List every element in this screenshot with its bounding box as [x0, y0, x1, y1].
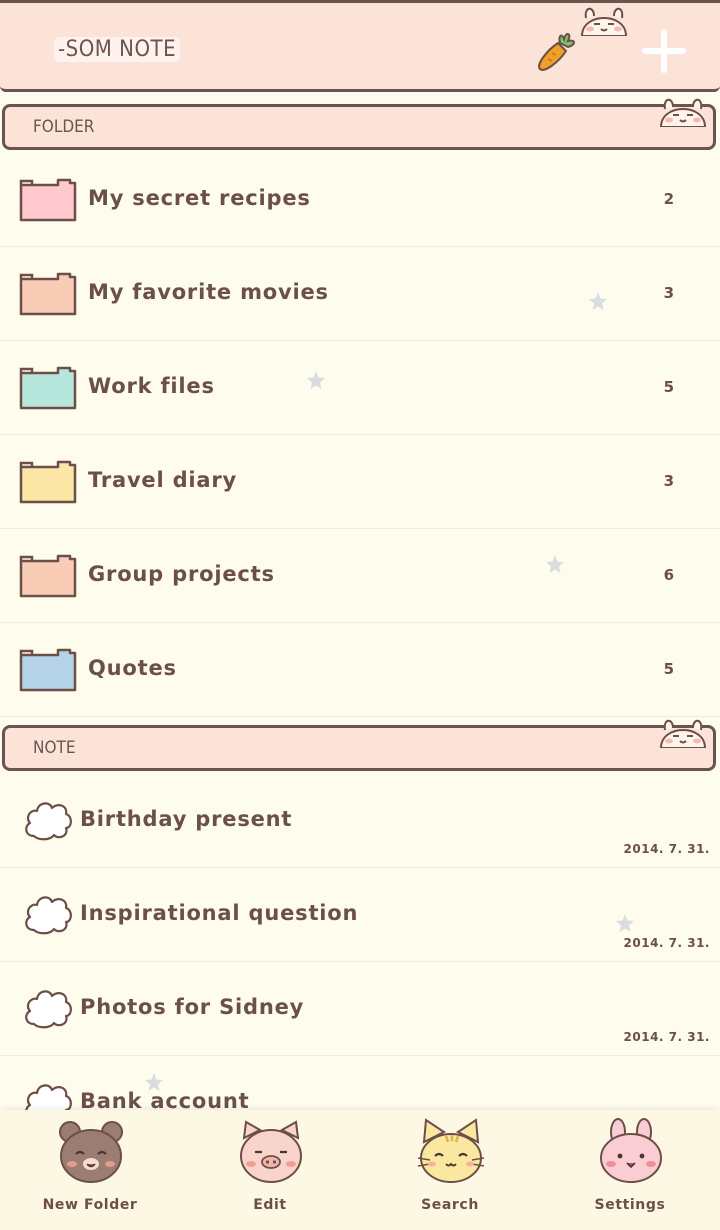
folder-section-label: FOLDER — [33, 117, 95, 137]
folder-name: Group projects — [88, 562, 275, 586]
folder-list: My secret recipes 2 My favorite movies 3… — [0, 153, 720, 717]
note-row[interactable]: Photos for Sidney 2014. 7. 31. — [0, 962, 720, 1056]
edit-label: Edit — [253, 1197, 287, 1213]
folder-name: My secret recipes — [88, 186, 311, 210]
bear-icon — [59, 1121, 123, 1183]
settings-button[interactable]: Settings — [540, 1110, 720, 1230]
folder-count: 5 — [663, 660, 674, 678]
note-list: Birthday present 2014. 7. 31. Inspiratio… — [0, 774, 720, 1150]
note-date: 2014. 7. 31. — [623, 842, 710, 856]
note-title: Birthday present — [80, 807, 293, 831]
folder-icon — [19, 178, 77, 222]
note-section-header: NOTE — [2, 719, 716, 771]
star-decoration-icon — [616, 914, 634, 932]
folder-icon — [19, 460, 77, 504]
folder-name: My favorite movies — [88, 280, 329, 304]
pig-icon — [240, 1120, 302, 1183]
carrot-icon — [538, 33, 575, 71]
bunny-peek-icon — [659, 719, 707, 748]
folder-icon — [19, 272, 77, 316]
folder-count: 3 — [663, 284, 674, 302]
new-folder-button[interactable]: New Folder — [0, 1110, 180, 1230]
folder-section-header: FOLDER — [2, 98, 716, 150]
folder-row[interactable]: Quotes 5 — [0, 623, 720, 717]
folder-count: 6 — [663, 566, 674, 584]
bunny-peek-icon — [580, 7, 628, 36]
star-decoration-icon — [307, 371, 325, 389]
settings-label: Settings — [594, 1197, 666, 1213]
folder-row[interactable]: Travel diary 3 — [0, 435, 720, 529]
cloud-note-icon — [25, 802, 72, 841]
search-label: Search — [421, 1197, 479, 1213]
folder-row[interactable]: Group projects 6 — [0, 529, 720, 623]
note-date: 2014. 7. 31. — [623, 936, 710, 950]
star-decoration-icon — [546, 555, 564, 573]
folder-count: 5 — [663, 378, 674, 396]
folder-row[interactable]: My secret recipes 2 — [0, 153, 720, 247]
folder-icon — [19, 554, 77, 598]
note-date: 2014. 7. 31. — [623, 1030, 710, 1044]
bunny-icon — [600, 1118, 662, 1183]
bunny-peek-icon — [659, 98, 707, 127]
new-folder-label: New Folder — [42, 1197, 138, 1213]
note-section-label: NOTE — [33, 738, 76, 758]
app-title: -SOM NOTE — [54, 37, 181, 62]
folder-icon — [19, 366, 77, 410]
folder-count: 2 — [663, 190, 674, 208]
folder-row[interactable]: Work files 5 — [0, 341, 720, 435]
folder-row[interactable]: My favorite movies 3 — [0, 247, 720, 341]
note-row[interactable]: Inspirational question 2014. 7. 31. — [0, 868, 720, 962]
cloud-note-icon — [25, 990, 72, 1029]
search-button[interactable]: Search — [360, 1110, 540, 1230]
cloud-note-icon — [25, 896, 72, 935]
cat-icon — [417, 1118, 485, 1183]
folder-icon — [19, 648, 77, 692]
plus-icon-v — [661, 29, 667, 73]
edit-button[interactable]: Edit — [180, 1110, 360, 1230]
bottom-nav: New Folder Edit Search Settings — [0, 1110, 720, 1230]
note-title: Photos for Sidney — [80, 995, 305, 1019]
note-row[interactable]: Birthday present 2014. 7. 31. — [0, 774, 720, 868]
folder-name: Travel diary — [88, 468, 238, 492]
folder-count: 3 — [663, 472, 674, 490]
star-decoration-icon — [589, 292, 607, 310]
folder-name: Work files — [88, 374, 215, 398]
add-button[interactable] — [640, 27, 688, 75]
folder-name: Quotes — [88, 656, 177, 680]
note-title: Inspirational question — [80, 901, 359, 925]
star-decoration-icon — [145, 1073, 163, 1091]
